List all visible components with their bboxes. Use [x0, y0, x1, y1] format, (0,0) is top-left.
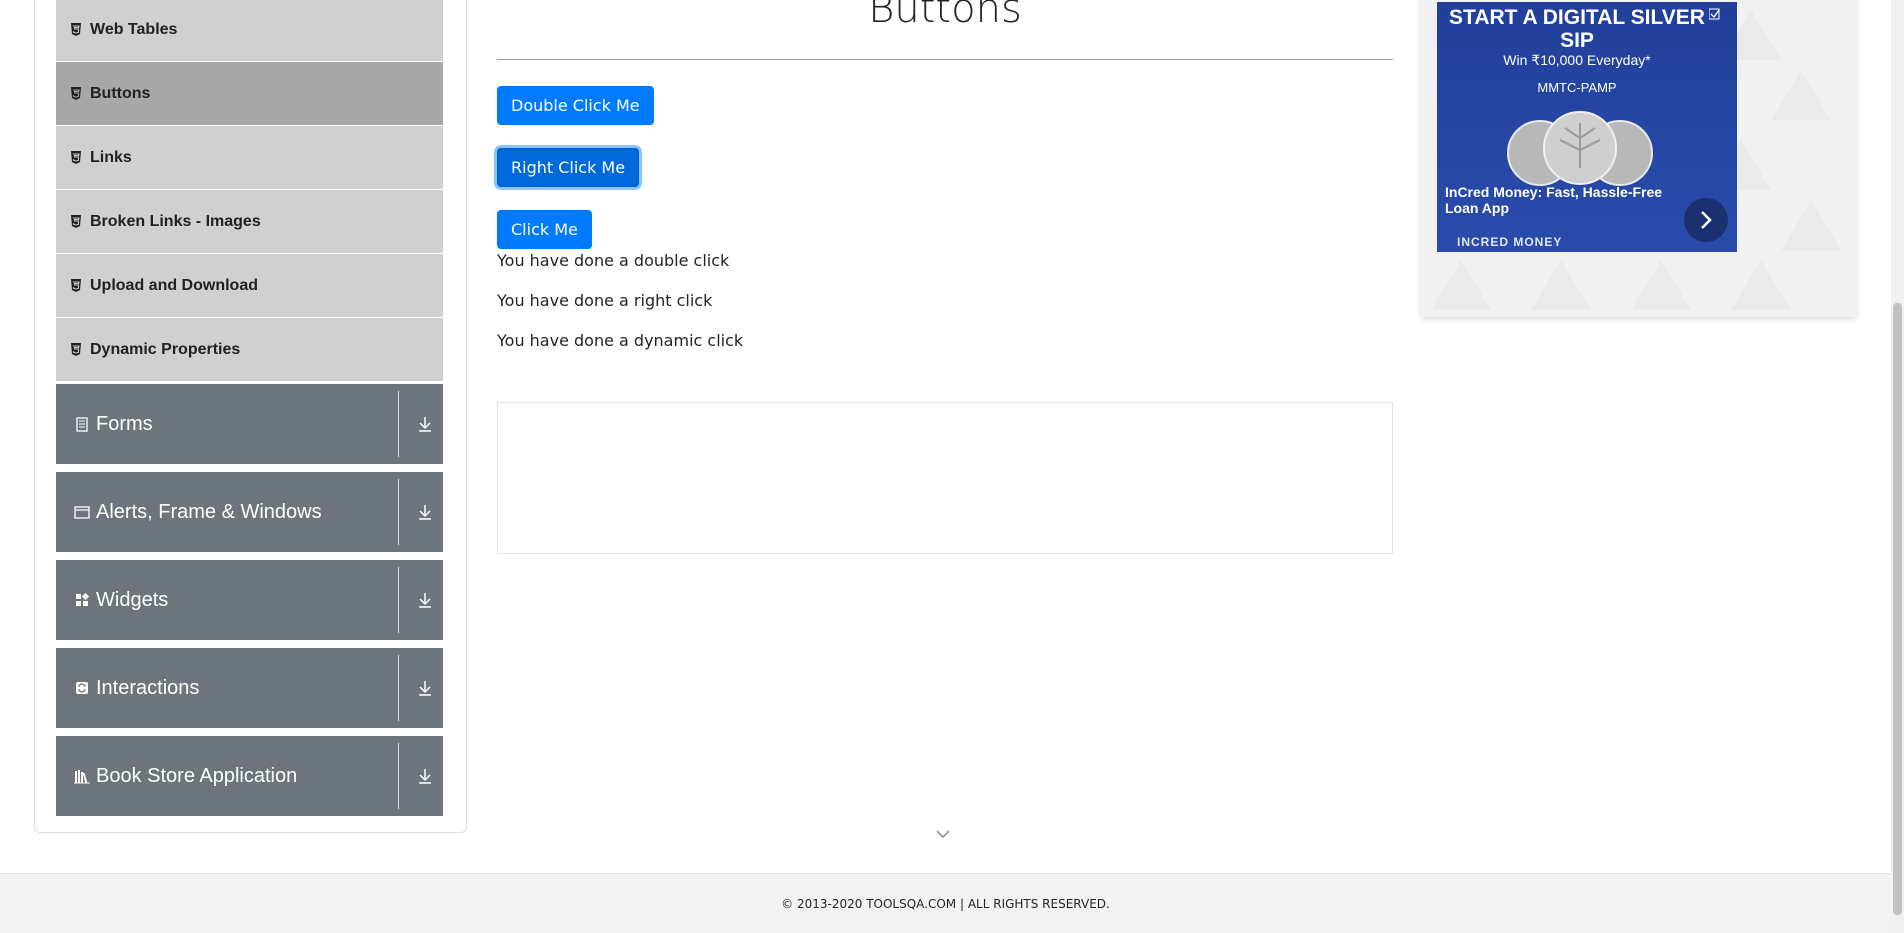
- html5-icon: [70, 151, 82, 164]
- download-arrow-icon: [417, 767, 433, 785]
- ad-caption: InCred Money: Fast, Hassle-Free Loan App: [1445, 184, 1663, 216]
- divider: [398, 743, 399, 809]
- sidebar-item-links[interactable]: Links: [56, 126, 443, 190]
- sidebar-item-label: Buttons: [90, 84, 151, 102]
- elements-submenu: Web Tables Buttons Links Broken Links - …: [56, 0, 443, 382]
- html5-icon: [70, 87, 82, 100]
- footer: © 2013-2020 TOOLSQA.COM | ALL RIGHTS RES…: [0, 873, 1891, 933]
- divider: [398, 655, 399, 721]
- double-click-button[interactable]: Double Click Me: [497, 86, 654, 125]
- right-click-button[interactable]: Right Click Me: [497, 148, 640, 187]
- sidebar-item-label: Dynamic Properties: [90, 340, 241, 358]
- sidebar-item-web-tables[interactable]: Web Tables: [56, 0, 443, 62]
- page-title: Buttons: [868, 0, 1022, 32]
- right-click-message: You have done a right click: [497, 291, 713, 310]
- group-label: Alerts, Frame & Windows: [96, 500, 322, 523]
- ad-banner[interactable]: START A DIGITAL SILVER SIP Win ₹10,000 E…: [1437, 2, 1737, 252]
- download-arrow-icon: [417, 503, 433, 521]
- title-divider: [497, 59, 1393, 60]
- sidebar-item-dynamic-properties[interactable]: Dynamic Properties: [56, 318, 443, 382]
- sidebar-item-broken-links[interactable]: Broken Links - Images: [56, 190, 443, 254]
- divider: [398, 391, 399, 457]
- sidebar-group-widgets[interactable]: Widgets: [56, 560, 443, 640]
- download-arrow-icon: [417, 415, 433, 433]
- sidebar-group-interactions[interactable]: Interactions: [56, 648, 443, 728]
- sidebar-group-alerts[interactable]: Alerts, Frame & Windows: [56, 472, 443, 552]
- html5-icon: [70, 215, 82, 228]
- chevron-right-icon: [1701, 211, 1712, 229]
- ad-brand: MMTC-PAMP: [1537, 80, 1617, 95]
- widgets-icon: [74, 592, 90, 608]
- ad-brand-footer: INCRED MONEY: [1457, 235, 1563, 249]
- group-label: Forms: [96, 412, 153, 435]
- dynamic-click-message: You have done a dynamic click: [497, 331, 744, 350]
- group-label: Book Store Application: [96, 764, 298, 787]
- download-arrow-icon: [417, 679, 433, 697]
- sidebar-item-label: Links: [90, 148, 132, 166]
- footer-text: © 2013-2020 TOOLSQA.COM | ALL RIGHTS RES…: [781, 896, 1110, 911]
- form-icon: [74, 416, 90, 432]
- ad-placeholder: [497, 402, 1393, 554]
- sidebar-group-book-store[interactable]: Book Store Application: [56, 736, 443, 816]
- sidebar-item-label: Upload and Download: [90, 276, 258, 294]
- divider: [398, 479, 399, 545]
- silver-coins-image: [1507, 111, 1653, 186]
- group-label: Interactions: [96, 676, 200, 699]
- html5-icon: [70, 343, 82, 356]
- scrollbar-thumb[interactable]: [1893, 303, 1902, 915]
- interactions-icon: [74, 680, 90, 696]
- sidebar-group-forms[interactable]: Forms: [56, 384, 443, 464]
- click-me-button[interactable]: Click Me: [497, 210, 592, 249]
- double-click-message: You have done a double click: [497, 251, 730, 270]
- html5-icon: [70, 279, 82, 292]
- download-arrow-icon: [417, 591, 433, 609]
- sidebar-item-buttons[interactable]: Buttons: [56, 62, 443, 126]
- ad-subline: Win ₹10,000 Everyday*: [1503, 52, 1651, 68]
- sidebar-item-label: Broken Links - Images: [90, 212, 261, 230]
- sidebar-item-label: Web Tables: [90, 20, 178, 38]
- ad-next-button[interactable]: [1684, 198, 1728, 242]
- sidebar-item-upload-download[interactable]: Upload and Download: [56, 254, 443, 318]
- html5-icon: [70, 23, 82, 36]
- scrollbar[interactable]: [1891, 0, 1904, 933]
- books-icon: [74, 768, 90, 784]
- divider: [398, 567, 399, 633]
- chevron-down-icon[interactable]: [935, 828, 951, 840]
- window-icon: [74, 504, 90, 520]
- group-label: Widgets: [96, 588, 169, 611]
- ad-headline: START A DIGITAL SILVER SIP: [1449, 6, 1705, 52]
